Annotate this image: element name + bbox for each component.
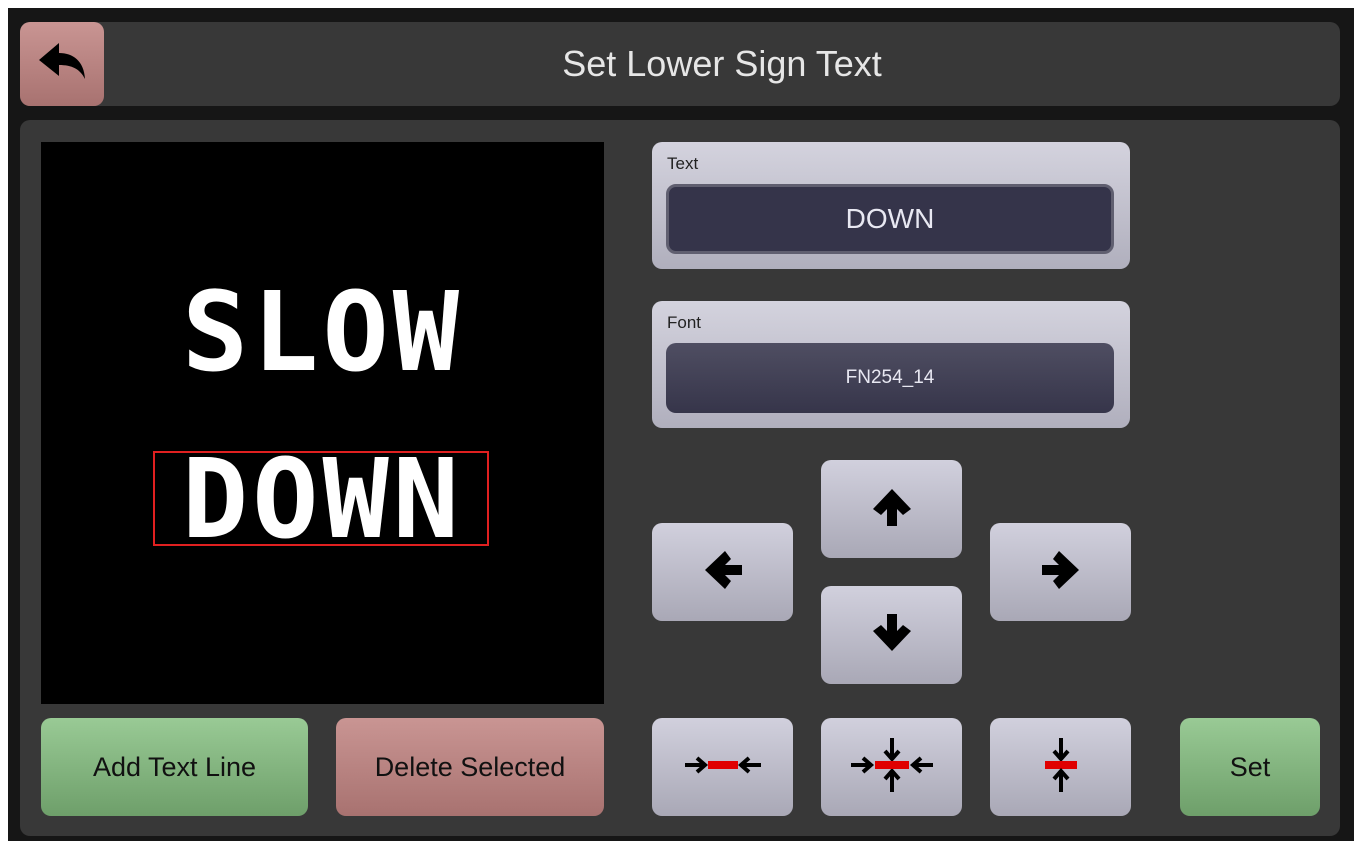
arrow-left-icon [698,545,748,600]
sign-line-2[interactable]: DOWN [41,444,604,554]
move-right-button[interactable] [990,523,1131,621]
font-field-card: Font FN254_14 [652,301,1130,428]
text-field-label: Text [667,154,699,173]
move-up-button[interactable] [821,460,962,558]
center-vertical-icon [1041,735,1081,800]
set-label: Set [1229,751,1271,782]
back-arrow-icon [37,41,87,88]
center-both-button[interactable] [821,718,962,816]
delete-selected-button[interactable]: Delete Selected [336,718,604,816]
text-field-card: Text DOWN [652,142,1130,269]
add-text-line-button[interactable]: Add Text Line [41,718,308,816]
arrow-down-icon [867,608,917,663]
center-vertical-button[interactable] [990,718,1131,816]
back-button[interactable] [20,22,104,106]
center-both-icon [847,735,937,800]
add-text-line-label: Add Text Line [92,751,257,782]
arrow-right-icon [1036,545,1086,600]
sign-line-1[interactable]: SLOW [41,267,604,397]
text-input[interactable]: DOWN [666,184,1114,254]
font-field-label: Font [667,313,702,332]
move-down-button[interactable] [821,586,962,684]
font-select[interactable]: FN254_14 [666,343,1114,413]
page-title: Set Lower Sign Text [562,43,882,84]
center-horizontal-button[interactable] [652,718,793,816]
arrow-up-icon [867,482,917,537]
move-left-button[interactable] [652,523,793,621]
delete-selected-label: Delete Selected [374,751,566,782]
center-horizontal-icon [683,750,763,785]
set-button[interactable]: Set [1180,718,1320,816]
sign-preview[interactable]: SLOW DOWN [41,142,604,704]
